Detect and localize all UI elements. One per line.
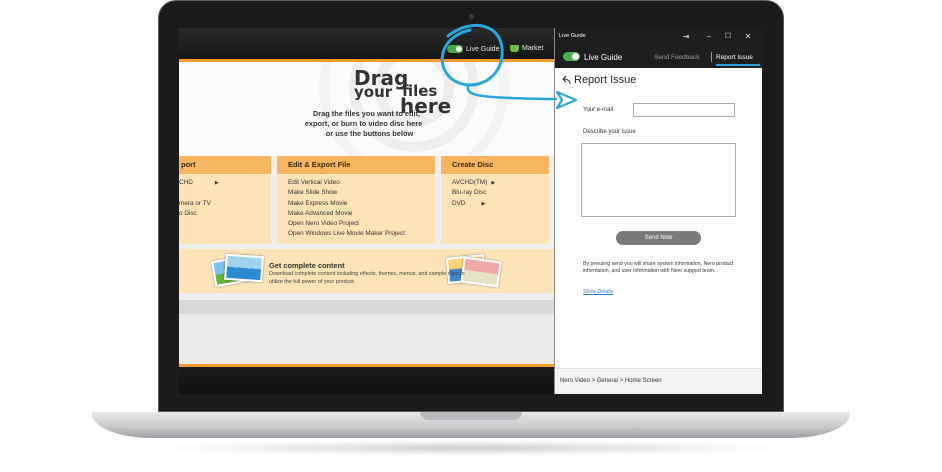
column-edit-export: Edit & Export File Edit Vertical Video M… — [277, 156, 435, 244]
window-title: Live Guide — [559, 33, 586, 39]
accent-line — [179, 364, 554, 367]
show-details-link[interactable]: Show Details — [583, 289, 613, 295]
menu-item[interactable]: DVD ▶ — [452, 199, 549, 209]
app-bottom-bar — [179, 364, 554, 394]
email-field[interactable] — [633, 103, 735, 117]
tab-report-issue[interactable]: Report Issue — [716, 54, 753, 61]
menu-item[interactable]: Make Slide Show — [288, 188, 435, 198]
menu-item[interactable]: Edit Vertical Video — [288, 178, 435, 188]
pin-icon[interactable]: ⇥ — [679, 30, 693, 44]
toolbar-market-label: Market — [522, 45, 544, 52]
panel-header: Live Guide Send Feedback Report Issue — [555, 46, 762, 68]
list-item[interactable]: CHD ▶ — [179, 178, 271, 188]
live-guide-panel: Live Guide ⇥ – ☐ ✕ Live Guide Send Feedb… — [554, 28, 762, 394]
drop-instruction: or use the buttons below — [325, 129, 414, 138]
drop-instruction: Drag the files you want to edit, — [312, 109, 421, 118]
column-export-heading: port — [179, 156, 271, 174]
toggle-icon[interactable] — [563, 52, 580, 61]
toolbar-live-guide[interactable]: Live Guide — [447, 45, 499, 53]
email-label: Your e-mail — [583, 107, 614, 113]
menu-item[interactable]: Make Advanced Movie — [288, 209, 435, 219]
list-item[interactable]: mera or TV — [179, 199, 271, 209]
cart-icon — [510, 45, 519, 52]
menu-item[interactable]: AVCHD(TM) ▶ — [452, 178, 549, 188]
page-title: Report Issue — [574, 74, 637, 86]
window-titlebar: Live Guide ⇥ – ☐ ✕ — [555, 28, 762, 46]
laptop-base-notch — [420, 412, 522, 420]
close-icon[interactable]: ✕ — [741, 30, 755, 44]
column-create-disc-heading: Create Disc — [441, 156, 549, 174]
issue-description-field[interactable] — [581, 143, 736, 217]
laptop-shadow — [150, 440, 792, 456]
column-export: port CHD ▶ mera or TV o Disc — [179, 156, 271, 244]
play-arrow-icon: ▶ — [214, 180, 219, 186]
column-create-disc: Create Disc AVCHD(TM) ▶ Blu-ray Disc DVD ▶ — [441, 156, 549, 244]
menu-item[interactable]: Open Windows Live Movie Maker Project — [288, 229, 435, 239]
back-arrow-icon[interactable] — [562, 75, 572, 85]
privacy-info: By pressing send you will share system i… — [583, 261, 734, 275]
column-edit-export-heading: Edit & Export File — [277, 156, 435, 174]
laptop-mockup: Live Guide Market Drag your files here D… — [0, 0, 942, 472]
drag-word: your — [354, 83, 393, 101]
maximize-icon[interactable]: ☐ — [721, 30, 735, 44]
panel-footer: Nero Video > General > Home Screen — [555, 368, 762, 394]
toolbar-market[interactable]: Market — [510, 45, 543, 52]
minimize-icon[interactable]: – — [702, 30, 716, 44]
active-tab-underline — [716, 64, 760, 66]
webcam-icon — [469, 14, 474, 19]
banner-title: Get complete content — [269, 261, 345, 270]
toggle-icon — [447, 45, 463, 53]
toolbar-live-guide-label: Live Guide — [466, 45, 500, 53]
play-arrow-icon: ▶ — [491, 180, 496, 186]
status-strip — [179, 300, 554, 314]
screen: Live Guide Market Drag your files here D… — [179, 28, 762, 394]
menu-item[interactable]: Blu-ray Disc — [452, 188, 549, 198]
menu-item[interactable]: Open Nero Video Project — [288, 219, 435, 229]
list-item — [179, 188, 271, 198]
menu-item[interactable]: Make Express Movie — [288, 199, 435, 209]
get-content-banner[interactable]: Get complete content Download complete c… — [179, 249, 554, 293]
drop-instruction: export, or burn to video disc here — [304, 119, 423, 128]
banner-description: Download complete content including effe… — [269, 271, 465, 285]
app-toolbar: Live Guide Market — [179, 28, 554, 61]
drop-area[interactable]: Drag your files here Drag the files you … — [179, 62, 554, 156]
describe-label: Describe your issue — [583, 129, 636, 135]
empty-area — [179, 314, 554, 364]
list-item[interactable]: o Disc — [179, 209, 271, 219]
live-guide-label: Live Guide — [584, 53, 623, 62]
tab-divider — [711, 52, 712, 62]
photo-thumbnail — [224, 253, 264, 283]
play-arrow-icon: ▶ — [481, 200, 486, 207]
send-now-button[interactable]: Send Now — [616, 231, 701, 245]
tab-send-feedback[interactable]: Send Feedback — [654, 54, 700, 61]
breadcrumb: Nero Video > General > Home Screen — [560, 378, 662, 384]
